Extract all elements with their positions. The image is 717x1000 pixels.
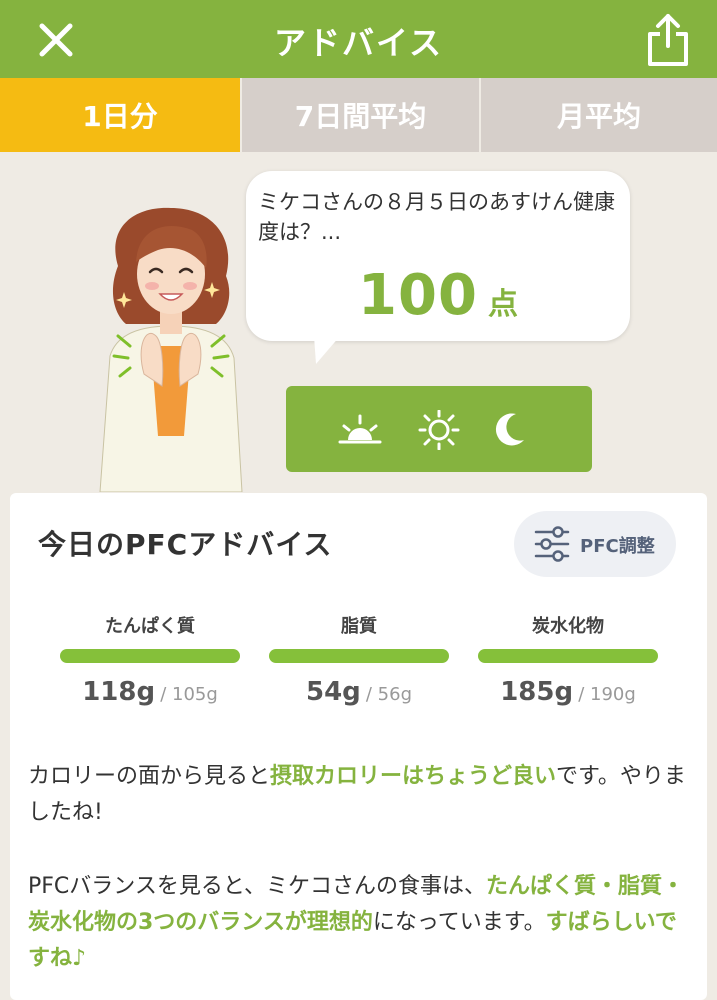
- tab-monthly-average[interactable]: 月平均: [479, 78, 717, 152]
- pfc-card-title: 今日のPFCアドバイス: [38, 528, 333, 561]
- health-score: 100 点: [246, 263, 630, 328]
- character-illustration: [99, 207, 243, 492]
- pfc-adjust-button[interactable]: PFC調整: [514, 511, 676, 577]
- metric-name: たんぱく質: [105, 616, 195, 637]
- advice-text: カロリーの面から見ると: [28, 764, 271, 789]
- metric-bar: [478, 649, 658, 663]
- pfc-adjust-label: PFC調整: [580, 536, 655, 557]
- health-question: ミケコさんの８月５日のあすけん健康度は？...: [258, 190, 615, 244]
- tab-1day[interactable]: 1日分: [0, 78, 240, 152]
- score-unit: 点: [487, 287, 518, 322]
- page-title: アドバイス: [273, 24, 444, 62]
- metric-bar: [60, 649, 240, 663]
- sliders-icon: [534, 526, 570, 562]
- metric-name: 炭水化物: [532, 616, 604, 637]
- speech-bubble: ミケコさんの８月５日のあすけん健康度は？... 100 点: [246, 171, 630, 341]
- advice-text: になっています。: [372, 910, 546, 935]
- metric-name: 脂質: [341, 616, 377, 637]
- share-icon[interactable]: [644, 12, 692, 68]
- moon-icon[interactable]: [494, 410, 528, 450]
- sunrise-icon[interactable]: [338, 410, 382, 450]
- calorie-advice-text: カロリーの面から見ると摂取カロリーはちょうど良いです。やりましたね!: [28, 759, 696, 831]
- metric-value: 185g: [500, 677, 574, 707]
- pfc-balance-advice-text: PFCバランスを見ると、ミケコさんの食事は、たんぱく質・脂質・炭水化物の3つのバ…: [28, 869, 696, 977]
- metric-fat: 脂質 54g / 56g: [269, 615, 449, 707]
- period-tabs: 1日分 7日間平均 月平均: [0, 78, 717, 152]
- metric-bar: [269, 649, 449, 663]
- bubble-tail: [314, 336, 340, 364]
- advice-text: PFCバランスを見ると、ミケコさんの食事は、: [28, 874, 486, 899]
- metric-value: 54g: [305, 677, 361, 707]
- advice-highlight: 摂取カロリーはちょうど良い: [270, 764, 557, 789]
- metric-target: / 56g: [365, 684, 412, 705]
- tab-7day-average[interactable]: 7日間平均: [240, 78, 479, 152]
- metric-target: / 190g: [578, 684, 636, 705]
- sun-icon[interactable]: [418, 410, 460, 450]
- score-value: 100: [358, 263, 478, 328]
- pfc-advice-card: 今日のPFCアドバイス PFC調整 たんぱく質 118g / 105g 脂質 5…: [10, 493, 707, 1000]
- metric-carbs: 炭水化物 185g / 190g: [478, 615, 658, 707]
- metric-target: / 105g: [160, 684, 218, 705]
- app-header: アドバイス: [0, 0, 717, 78]
- metric-protein: たんぱく質 118g / 105g: [60, 615, 240, 707]
- metric-value: 118g: [82, 677, 156, 707]
- meal-time-selector: [286, 386, 592, 472]
